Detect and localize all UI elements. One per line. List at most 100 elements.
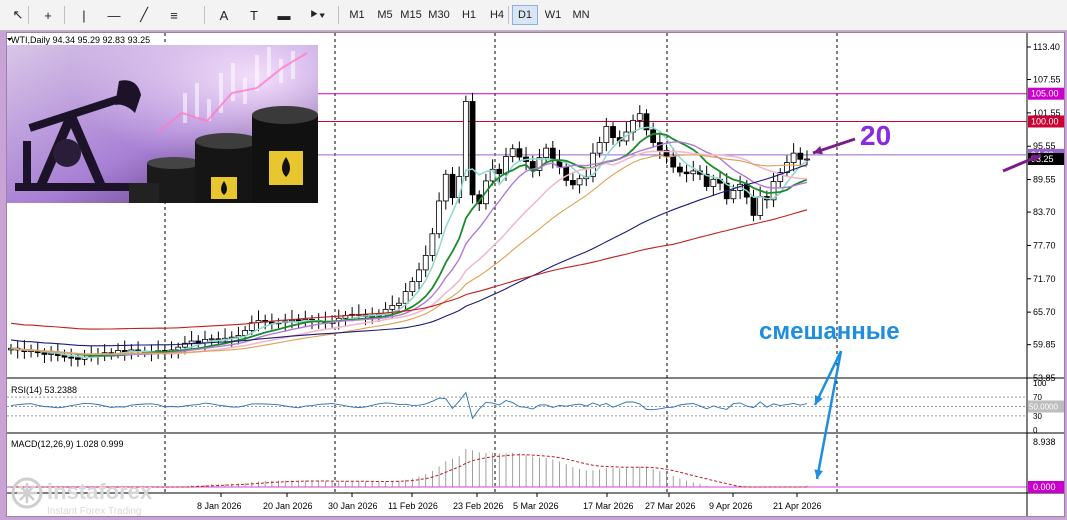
toolbar-separator: [28, 6, 29, 24]
timeframe-m5-button[interactable]: M5: [372, 5, 398, 25]
candle-body: [68, 356, 75, 359]
candle-body: [449, 173, 456, 199]
candle-body: [757, 196, 764, 216]
candle-body: [603, 126, 610, 144]
chart-window[interactable]: 113.40 107.55 101.55 95.55 89.55 83.70 77.70 71…: [6, 32, 1065, 517]
candle-body: [804, 158, 810, 161]
candle-body: [422, 255, 429, 271]
candle-body: [797, 152, 804, 160]
candle-body: [569, 180, 576, 186]
text-box-icon: T: [250, 7, 258, 23]
candle-body: [576, 178, 583, 186]
arrow-to-candle-head: [813, 146, 823, 155]
oil-barrels-image: [7, 45, 318, 203]
time-tick-label: 17 Mar 2026: [583, 501, 634, 511]
candle-body: [188, 340, 195, 344]
time-tick-label: 11 Feb 2026: [388, 501, 438, 511]
timeframe-m1-button[interactable]: M1: [344, 5, 370, 25]
candle-body: [496, 168, 503, 175]
rsi-line: [10, 391, 808, 420]
candle-body: [636, 113, 643, 121]
time-tick-label: 30 Jan 2026: [328, 501, 378, 511]
cursor-tool-button[interactable]: ↖: [6, 5, 30, 25]
chart-canvas[interactable]: 113.40107.55101.5595.5589.5583.7077.7071…: [7, 33, 1064, 516]
candle-body: [416, 269, 422, 282]
timeframe-mn-button[interactable]: MN: [568, 5, 594, 25]
timeframe-w1-button[interactable]: W1: [540, 5, 566, 25]
candle-body: [442, 173, 449, 202]
price-tick-label: 65.70: [1033, 307, 1056, 317]
price-tick-label: 77.70: [1033, 240, 1056, 250]
timeframe-h4-button[interactable]: H4: [484, 5, 510, 25]
toolbar: ↖ + | — ╱ ≡ A T ▬ ⯈▾ M1 M5 M15 M30 H1 H4 D1 W1 MN: [0, 0, 1067, 31]
price-tick-label: 107.55: [1033, 75, 1061, 85]
crosshair-tool-button[interactable]: +: [36, 5, 60, 25]
crosshair-icon: +: [44, 7, 52, 23]
shapes-dropdown-icon: ⯈▾: [308, 7, 326, 22]
candle-body: [195, 340, 202, 344]
vertical-line-icon: |: [82, 7, 86, 23]
rsi-tick-label: 100: [1033, 379, 1047, 388]
instaforex-brand: instaforex: [47, 479, 153, 504]
text-label-tool-button[interactable]: A: [212, 5, 236, 25]
time-tick-label: 9 Apr 2026: [709, 501, 753, 511]
macd-tick-label: 8.938: [1033, 437, 1056, 447]
price-level-label: 105.00: [1031, 89, 1059, 99]
chart-header: WTI,Daily 94.34 95.29 92.83 93.25: [11, 35, 150, 45]
annotation-20: 20: [860, 120, 891, 151]
candle-body: [208, 338, 215, 341]
time-tick-label: 23 Feb 2026: [453, 501, 504, 511]
instaforex-logo-glyph: [17, 483, 37, 503]
trend-line-tool-button[interactable]: ╱: [132, 5, 156, 25]
candle-body: [469, 101, 476, 196]
text-box-tool-button[interactable]: T: [242, 5, 266, 25]
cursor-icon: ↖: [12, 7, 24, 22]
candle-body: [677, 166, 683, 173]
candle-body: [750, 196, 757, 216]
time-tick-label: 21 Apr 2026: [773, 501, 822, 511]
candle-body: [436, 200, 443, 235]
rectangle-tool-button[interactable]: ▬: [272, 5, 296, 25]
price-tick-label: 113.40: [1033, 42, 1060, 52]
candle-body: [683, 171, 690, 175]
candle-body: [402, 291, 409, 304]
time-tick-label: 27 Mar 2026: [645, 501, 696, 511]
time-tick-label: 20 Jan 2026: [263, 501, 313, 511]
trend-line-icon: ╱: [140, 7, 148, 22]
fibonacci-tool-button[interactable]: ≡: [162, 5, 186, 25]
timeframe-d1-button[interactable]: D1: [512, 5, 538, 25]
candle-body: [516, 148, 523, 158]
candle-body: [790, 152, 797, 164]
candle-body: [563, 166, 570, 181]
price-level-label: 100.00: [1031, 116, 1059, 126]
arrow-to-macd-head: [814, 469, 823, 479]
candle-body: [409, 281, 416, 292]
time-tick-label: 5 Mar 2026: [513, 501, 559, 511]
price-tick-label: 89.55: [1033, 175, 1056, 185]
macd-pane: MACD(12,26,9) 1.028 0.999 8.938 0.000: [7, 437, 1064, 493]
candle-body: [730, 190, 737, 200]
candle-body: [509, 148, 516, 157]
candle-body: [503, 156, 509, 175]
timeframe-m30-button[interactable]: M30: [426, 5, 452, 25]
timeframe-h1-button[interactable]: H1: [456, 5, 482, 25]
rsi-tick-label: 30: [1033, 412, 1042, 421]
rsi-level-label: 50.0000: [1029, 403, 1058, 412]
toolbar-separator: [338, 6, 339, 24]
text-label-icon: A: [219, 7, 229, 23]
candle-body: [670, 156, 677, 168]
fibonacci-icon: ≡: [170, 7, 178, 23]
candle-body: [462, 101, 469, 177]
candle-body: [429, 233, 436, 256]
candle-body: [610, 126, 616, 139]
macd-label: MACD(12,26,9) 1.028 0.999: [11, 439, 124, 449]
timeframe-m15-button[interactable]: M15: [398, 5, 424, 25]
shapes-dropdown-tool-button[interactable]: ⯈▾: [302, 5, 332, 25]
candle-body: [61, 355, 68, 358]
vertical-line-tool-button[interactable]: |: [72, 5, 96, 25]
candle-body: [389, 305, 396, 310]
price-tick-label: 59.85: [1033, 340, 1056, 350]
horizontal-line-tool-button[interactable]: —: [102, 5, 126, 25]
candle-body: [41, 352, 48, 355]
price-tick-label: 83.70: [1033, 207, 1056, 217]
